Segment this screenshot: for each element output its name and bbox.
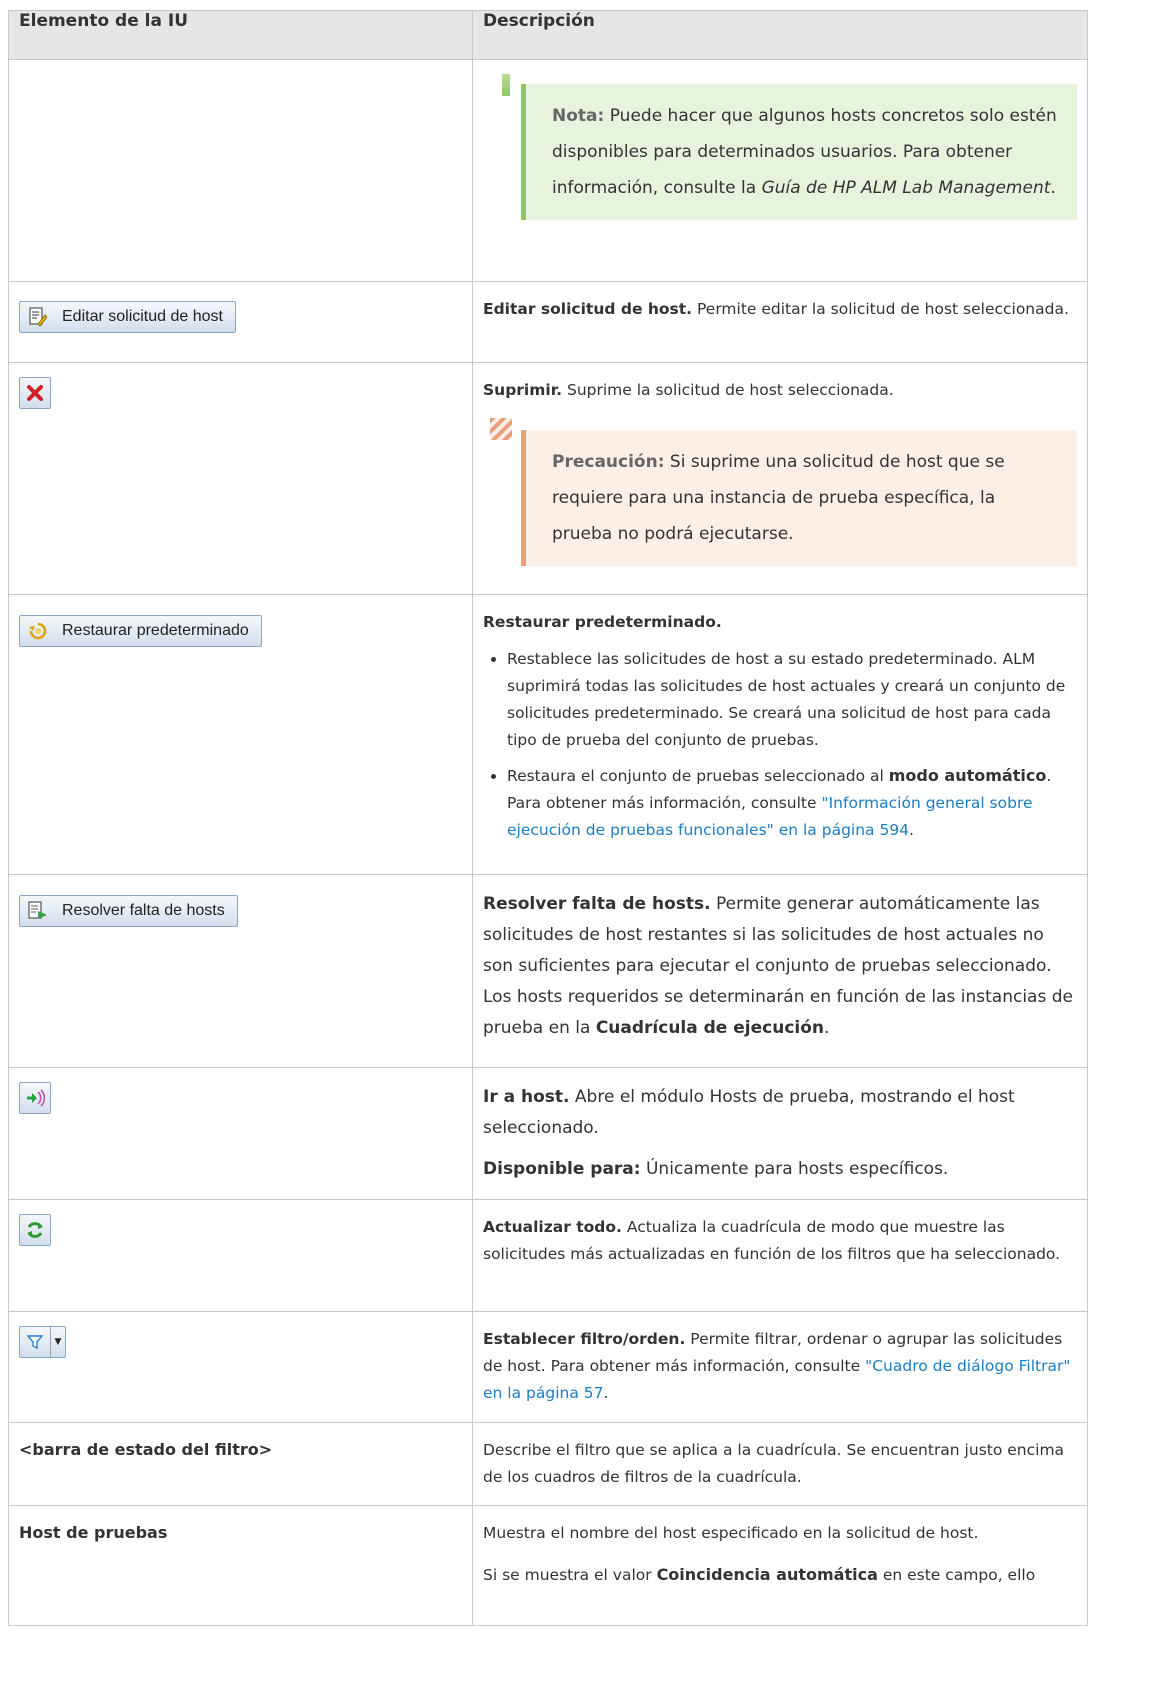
edit-button-label: Editar solicitud de host [62, 308, 223, 325]
filter-end: . [603, 1384, 609, 1402]
edit-title: Editar solicitud de host. [483, 300, 693, 318]
edit-document-icon [28, 307, 48, 327]
testhost-text2-bold: Coincidencia automática [656, 1565, 878, 1584]
note-box: Nota: Puede hacer que algunos hosts conc… [502, 74, 1077, 220]
header-description: Descripción [472, 10, 1088, 60]
description-cell: Resolver falta de hosts. Permite generar… [472, 874, 1088, 1068]
table-row: Actualizar todo. Actualiza la cuadrícula… [8, 1199, 1088, 1312]
ui-element-cell: Editar solicitud de host [8, 281, 473, 363]
go-to-host-icon [25, 1088, 45, 1108]
testhost-text2-pre: Si se muestra el valor [483, 1566, 652, 1584]
note-label: Nota: [552, 106, 605, 126]
description-cell: Restaurar predeterminado. Restablece las… [472, 594, 1088, 875]
list-item: Restablece las solicitudes de host a su … [507, 646, 1077, 754]
description-cell: Actualizar todo. Actualiza la cuadrícula… [472, 1199, 1088, 1312]
resolve-end: . [824, 1018, 830, 1038]
resolve-title: Resolver falta de hosts. [483, 894, 711, 914]
bullet2-text: Restaura el conjunto de pruebas seleccio… [507, 767, 884, 785]
bullet2-bold: modo automático [888, 766, 1047, 785]
edit-text: Permite editar la solicitud de host sele… [697, 300, 1069, 318]
ui-element-cell: Restaurar predeterminado [8, 594, 473, 875]
testhost-text1: Muestra el nombre del host especificado … [483, 1524, 979, 1542]
table-row: ▼ Establecer filtro/orden. Permite filtr… [8, 1311, 1088, 1423]
chevron-down-icon[interactable]: ▼ [51, 1327, 65, 1357]
table-row: Restaurar predeterminado Restaurar prede… [8, 594, 1088, 875]
goto-avail-label: Disponible para: [483, 1159, 641, 1179]
testhost-text2: Si se muestra el valor Coincidencia auto… [483, 1561, 1077, 1589]
filter-status-bar-label: <barra de estado del filtro> [19, 1440, 273, 1459]
resolve-text: Permite generar automáticamente las soli… [483, 894, 1073, 1038]
red-x-delete-icon [25, 383, 45, 403]
description-cell: Suprimir. Suprime la solicitud de host s… [472, 362, 1088, 595]
test-host-label: Host de pruebas [19, 1523, 168, 1542]
set-filter-sort-button[interactable]: ▼ [19, 1326, 66, 1358]
delete-desc: Suprimir. Suprime la solicitud de host s… [483, 377, 1077, 404]
table-row: Ir a host. Abre el módulo Hosts de prueb… [8, 1067, 1088, 1200]
go-to-host-button[interactable] [19, 1082, 51, 1114]
delete-button[interactable] [19, 377, 51, 409]
ui-element-cell [8, 1199, 473, 1312]
table-row: Host de pruebas Muestra el nombre del ho… [8, 1505, 1088, 1626]
refresh-title: Actualizar todo. [483, 1218, 622, 1236]
resolve-bold: Cuadrícula de ejecución [595, 1018, 825, 1038]
table-row: Suprimir. Suprime la solicitud de host s… [8, 362, 1088, 595]
description-cell: Nota: Puede hacer que algunos hosts conc… [472, 59, 1088, 282]
table-row: Resolver falta de hosts Resolver falta d… [8, 874, 1088, 1068]
ui-element-cell: Resolver falta de hosts [8, 874, 473, 1068]
testhost-text2-post: en este campo, ello [882, 1566, 1036, 1584]
caution-stripes-icon [490, 418, 512, 440]
filter-title: Establecer filtro/orden. [483, 1330, 686, 1348]
ui-element-cell [8, 59, 473, 282]
delete-title: Suprimir. [483, 381, 563, 399]
note-end: . [1050, 178, 1056, 198]
refresh-icon [25, 1220, 45, 1240]
ui-elements-table: Elemento de la IU Descripción Nota: Pued… [8, 10, 1088, 1626]
restore-title: Restaurar predeterminado. [483, 613, 722, 631]
edit-host-request-button[interactable]: Editar solicitud de host [19, 301, 236, 333]
statusbar-text: Describe el filtro que se aplica a la cu… [483, 1441, 1065, 1486]
goto-title: Ir a host. [483, 1087, 570, 1107]
goto-desc: Ir a host. Abre el módulo Hosts de prueb… [483, 1082, 1077, 1144]
caution-box: Precaución: Si suprime una solicitud de … [490, 418, 1077, 566]
header-ui-element: Elemento de la IU [8, 10, 473, 60]
description-cell: Muestra el nombre del host especificado … [472, 1505, 1088, 1626]
description-cell: Ir a host. Abre el módulo Hosts de prueb… [472, 1067, 1088, 1200]
restore-default-button[interactable]: Restaurar predeterminado [19, 615, 262, 647]
ui-element-cell [8, 362, 473, 595]
restore-default-icon [28, 621, 48, 641]
resolve-hosts-icon [28, 901, 48, 921]
table-row: Editar solicitud de host Editar solicitu… [8, 281, 1088, 363]
ui-element-cell [8, 1067, 473, 1200]
note-flag-icon [502, 74, 510, 96]
bullet2-end: . [909, 821, 914, 839]
table-header-row: Elemento de la IU Descripción [8, 10, 1088, 60]
ui-element-cell: ▼ [8, 1311, 473, 1423]
description-cell: Establecer filtro/orden. Permite filtrar… [472, 1311, 1088, 1423]
restore-button-label: Restaurar predeterminado [62, 622, 249, 639]
description-cell: Editar solicitud de host. Permite editar… [472, 281, 1088, 363]
restore-list: Restablece las solicitudes de host a su … [483, 646, 1077, 844]
refresh-button[interactable] [19, 1214, 51, 1246]
ui-element-cell: Host de pruebas [8, 1505, 473, 1626]
ui-element-cell: <barra de estado del filtro> [8, 1422, 473, 1506]
table-row: <barra de estado del filtro> Describe el… [8, 1422, 1088, 1506]
delete-text: Suprime la solicitud de host seleccionad… [566, 381, 894, 399]
resolve-missing-hosts-button[interactable]: Resolver falta de hosts [19, 895, 238, 927]
caution-label: Precaución: [552, 452, 665, 472]
note-guide-title: Guía de HP ALM Lab Management [761, 178, 1051, 198]
list-item: Restaura el conjunto de pruebas seleccio… [507, 762, 1077, 844]
resolve-button-label: Resolver falta de hosts [62, 902, 225, 919]
filter-funnel-icon[interactable] [20, 1327, 51, 1357]
goto-availability: Disponible para: Únicamente para hosts e… [483, 1154, 1077, 1185]
goto-avail-text: Únicamente para hosts específicos. [645, 1159, 949, 1179]
table-row: Nota: Puede hacer que algunos hosts conc… [8, 59, 1088, 282]
description-cell: Describe el filtro que se aplica a la cu… [472, 1422, 1088, 1506]
